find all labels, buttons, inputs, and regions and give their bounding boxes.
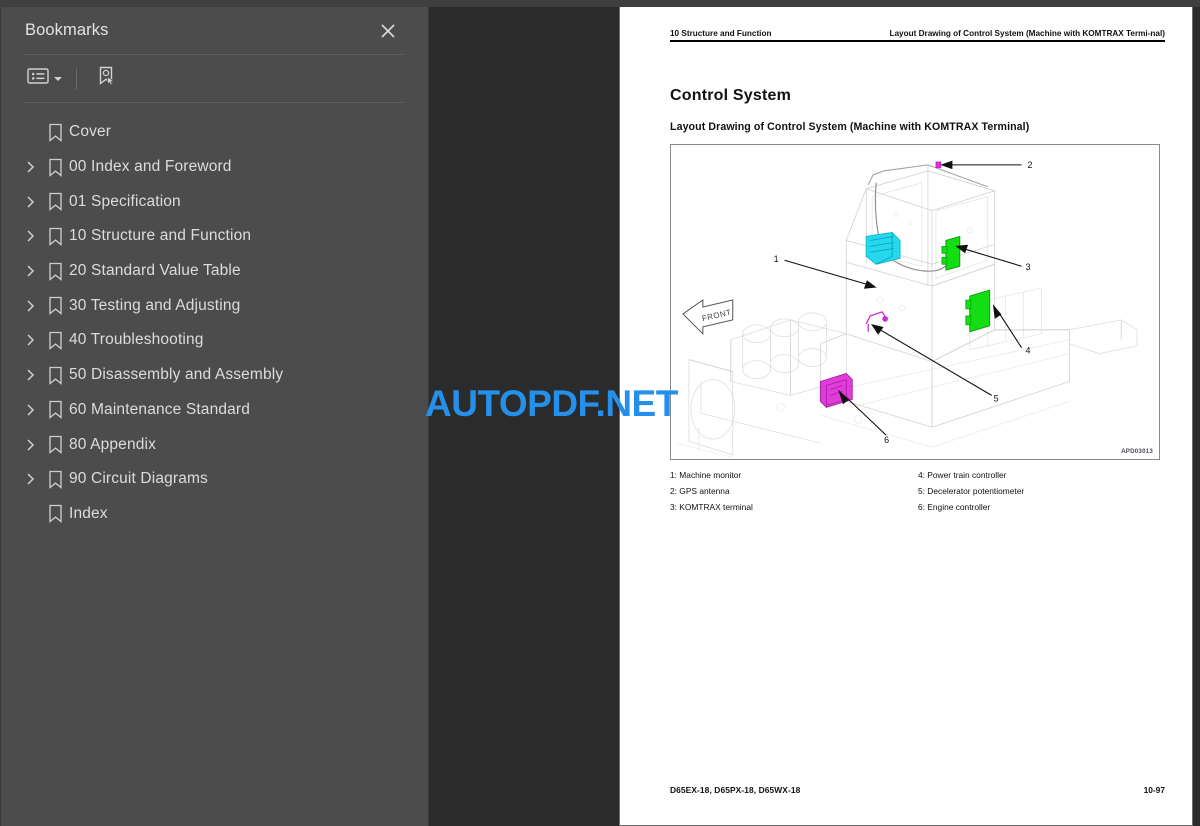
bookmark-label: 50 Disassembly and Assembly	[69, 366, 284, 384]
page-subtitle: Layout Drawing of Control System (Machin…	[670, 121, 1030, 133]
svg-text:6: 6	[884, 435, 889, 445]
chevron-right-icon[interactable]	[19, 156, 41, 178]
front-direction-arrow: FRONT	[682, 299, 734, 335]
figure-legend: 1: Machine monitor 2: GPS antenna 3: KOM…	[670, 467, 1160, 516]
part-power-train-controller	[965, 289, 991, 333]
part-gps-antenna	[935, 161, 942, 169]
bookmarks-panel-header: Bookmarks	[1, 7, 428, 54]
page-footer: D65EX-18, D65PX-18, D65WX-18 10-97	[670, 785, 1165, 795]
bookmark-label: Index	[69, 504, 108, 522]
bookmark-item-01-specification[interactable]: 01 Specification	[1, 184, 428, 219]
control-system-layout-figure: FRONT 2 3 1 4 5 6 APD03013	[670, 144, 1160, 460]
bookmark-label: 60 Maintenance Standard	[69, 400, 250, 418]
legend-column-left: 1: Machine monitor 2: GPS antenna 3: KOM…	[670, 467, 915, 516]
bookmark-item-20-standard-value-table[interactable]: 20 Standard Value Table	[1, 254, 428, 289]
chevron-right-icon[interactable]	[19, 295, 41, 317]
bookmark-icon	[41, 227, 69, 246]
chevron-right-icon[interactable]	[19, 468, 41, 490]
close-icon[interactable]	[376, 19, 400, 43]
header-topic-label: Layout Drawing of Control System (Machin…	[889, 29, 1165, 38]
chevron-right-icon[interactable]	[19, 434, 41, 456]
bookmark-icon	[41, 435, 69, 454]
footer-model-list: D65EX-18, D65PX-18, D65WX-18	[670, 785, 801, 795]
footer-page-number: 10-97	[1143, 785, 1165, 795]
chevron-right-icon[interactable]	[19, 364, 41, 386]
legend-item: 1: Machine monitor	[670, 470, 742, 480]
page-title: Control System	[670, 87, 792, 104]
svg-text:4: 4	[1026, 346, 1031, 356]
list-options-button[interactable]	[23, 65, 66, 93]
bookmarks-panel-title: Bookmarks	[25, 21, 109, 39]
part-machine-monitor	[865, 231, 901, 265]
bookmark-icon	[41, 400, 69, 420]
bookmark-item-10-structure-and-function[interactable]: 10 Structure and Function	[1, 219, 428, 254]
bookmark-icon	[41, 470, 69, 489]
bookmark-icon	[41, 123, 69, 142]
chevron-right-icon[interactable]	[19, 225, 41, 247]
window-top-strip	[0, 0, 1200, 7]
pdf-viewer-window: Bookmarks Cover 00 Index and Foreword 01…	[0, 0, 1200, 826]
bookmark-item-40-troubleshooting[interactable]: 40 Troubleshooting	[1, 323, 428, 358]
chevron-down-icon	[54, 76, 62, 81]
bookmark-item-00-index-and-foreword[interactable]: 00 Index and Foreword	[1, 150, 428, 185]
legend-item: 2: GPS antenna	[670, 486, 730, 497]
machine-layout-drawing: FRONT 2 3 1 4 5 6	[676, 160, 1138, 458]
bookmark-item-50-disassembly-and-assembly[interactable]: 50 Disassembly and Assembly	[1, 358, 428, 393]
toolbar-separator	[76, 67, 77, 90]
bookmark-item-30-testing-and-adjusting[interactable]: 30 Testing and Adjusting	[1, 288, 428, 323]
bookmark-icon	[41, 366, 69, 385]
legend-item: 3: KOMTRAX terminal	[670, 502, 753, 513]
svg-text:3: 3	[1026, 262, 1031, 272]
new-bookmark-icon	[95, 65, 117, 92]
bookmarks-panel: Bookmarks Cover 00 Index and Foreword 01…	[0, 7, 429, 826]
bookmark-item-index[interactable]: Index	[1, 497, 428, 532]
svg-text:5: 5	[994, 393, 999, 403]
bookmark-icon	[41, 331, 69, 350]
part-komtrax-terminal	[941, 235, 961, 271]
bookmark-item-80-appendix[interactable]: 80 Appendix	[1, 427, 428, 462]
new-bookmark-button[interactable]	[91, 65, 121, 93]
legend-item: 5: Decelerator potentiometer	[918, 486, 1025, 497]
part-engine-controller	[819, 373, 853, 408]
bookmark-icon	[41, 158, 69, 177]
bookmark-icon	[41, 296, 69, 316]
bookmark-label: Cover	[69, 123, 112, 141]
chevron-right-icon[interactable]	[19, 260, 41, 282]
chevron-right-icon[interactable]	[19, 191, 41, 213]
bookmark-item-60-maintenance-standard[interactable]: 60 Maintenance Standard	[1, 393, 428, 428]
bookmarks-toolbar	[1, 55, 428, 102]
chevron-right-icon[interactable]	[19, 399, 41, 421]
bookmark-label: 40 Troubleshooting	[69, 331, 204, 349]
header-section-label: 10 Structure and Function	[670, 29, 772, 39]
svg-text:1: 1	[774, 254, 779, 264]
list-options-icon	[27, 67, 49, 90]
page-running-header: 10 Structure and Function Layout Drawing…	[670, 29, 1165, 43]
bookmark-item-90-circuit-diagrams[interactable]: 90 Circuit Diagrams	[1, 462, 428, 497]
bookmark-label: 20 Standard Value Table	[69, 262, 241, 280]
bookmark-label: 30 Testing and Adjusting	[69, 296, 241, 314]
bookmark-tree[interactable]: Cover 00 Index and Foreword 01 Specifica…	[1, 103, 428, 826]
chevron-right-icon[interactable]	[19, 329, 41, 351]
bookmark-icon	[41, 192, 69, 212]
legend-item: 4: Power train controller	[918, 470, 1007, 480]
legend-item: 6: Engine controller	[918, 502, 991, 513]
bookmark-label: 01 Specification	[69, 192, 181, 210]
bookmark-icon	[41, 262, 69, 281]
bookmark-label: 80 Appendix	[69, 435, 156, 453]
pdf-page: 10 Structure and Function Layout Drawing…	[619, 7, 1193, 826]
figure-reference-code: APD03013	[1121, 448, 1153, 455]
legend-column-right: 4: Power train controller 5: Decelerator…	[915, 467, 1160, 516]
bookmark-label: 00 Index and Foreword	[69, 158, 232, 176]
svg-text:2: 2	[1028, 160, 1033, 170]
bookmark-item-cover[interactable]: Cover	[1, 115, 428, 150]
document-viewport[interactable]: 10 Structure and Function Layout Drawing…	[430, 7, 1200, 826]
bookmark-label: 90 Circuit Diagrams	[69, 470, 208, 488]
bookmark-label: 10 Structure and Function	[69, 227, 252, 245]
bookmark-icon	[41, 504, 69, 524]
